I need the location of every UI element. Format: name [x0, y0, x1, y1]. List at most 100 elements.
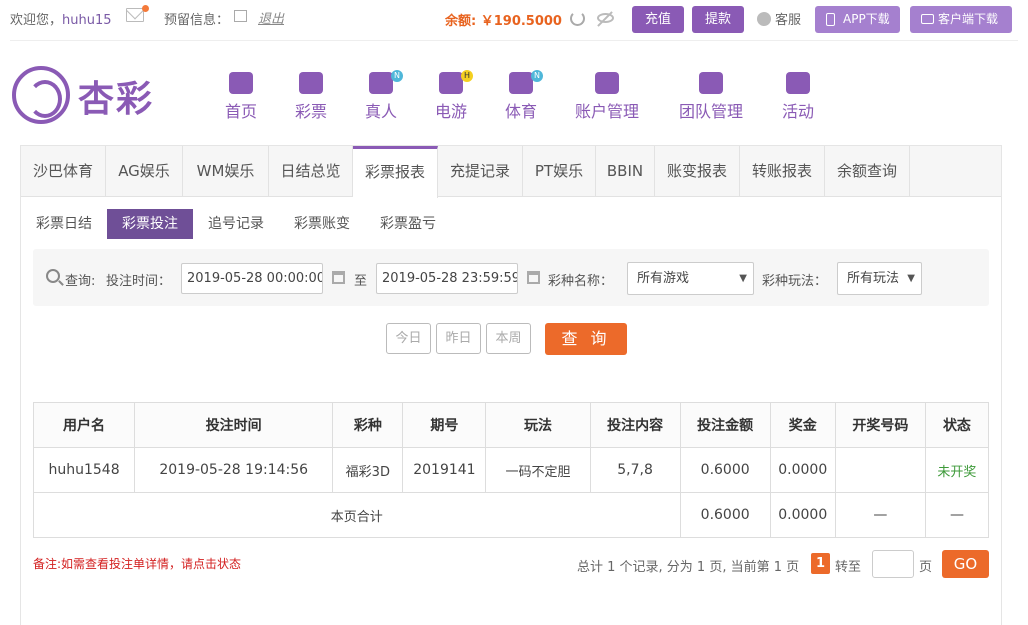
tab-ag[interactable]: AG娱乐: [106, 146, 183, 197]
home-icon: [229, 72, 253, 94]
tab-bbin[interactable]: BBIN: [596, 146, 655, 197]
app-download-button[interactable]: APP下载: [815, 6, 900, 33]
logo-emblem-icon: [12, 66, 70, 124]
col-bet-time: 投注时间: [134, 402, 334, 448]
query-button[interactable]: 查 询: [545, 323, 627, 355]
tab-saba-sports[interactable]: 沙巴体育: [21, 146, 106, 197]
nav-sports[interactable]: N 体育: [502, 70, 543, 122]
team-icon: [699, 72, 723, 94]
subtotal-row: 本页合计 0.6000 0.0000 — —: [33, 492, 990, 538]
refresh-icon[interactable]: [570, 11, 585, 26]
yesterday-button[interactable]: 昨日: [436, 323, 481, 354]
col-username: 用户名: [32, 402, 136, 448]
lottery-ticket-icon: [299, 72, 323, 94]
tab-pt[interactable]: PT娱乐: [523, 146, 596, 197]
page-number-input[interactable]: [872, 550, 914, 578]
mail-icon[interactable]: [126, 8, 144, 22]
logout-link[interactable]: 退出: [258, 8, 284, 27]
tab-deposit-withdraw[interactable]: 充提记录: [438, 146, 523, 197]
subtab-lottery-daily[interactable]: 彩票日结: [28, 209, 100, 239]
cell-amount: 0.6000: [679, 447, 771, 493]
nav-live[interactable]: N 真人: [362, 70, 403, 122]
today-button[interactable]: 今日: [386, 323, 431, 354]
table-header-row: 用户名 投注时间 彩种 期号 玩法 投注内容 投注金额 奖金 开奖号码 状态: [32, 402, 990, 448]
client-download-button[interactable]: 客户端下载: [910, 6, 1012, 33]
calendar-icon[interactable]: [332, 271, 345, 284]
cell-content: 5,7,8: [589, 447, 681, 493]
report-panel: 沙巴体育 AG娱乐 WM娱乐 日结总览 彩票报表 充提记录 PT娱乐 BBIN …: [20, 145, 1002, 625]
divider: [10, 40, 1018, 41]
subtab-lottery-profit[interactable]: 彩票盈亏: [372, 209, 444, 239]
logo[interactable]: 杏彩: [12, 66, 162, 126]
tab-transfer-report[interactable]: 转账报表: [740, 146, 825, 197]
bets-table: 用户名 投注时间 彩种 期号 玩法 投注内容 投注金额 奖金 开奖号码 状态 h…: [32, 402, 990, 538]
bet-time-label: 投注时间：: [106, 274, 172, 289]
subtotal-bonus: 0.0000: [769, 492, 836, 538]
tab-lottery-report[interactable]: 彩票报表: [353, 146, 438, 198]
subtab-chase-records[interactable]: 追号记录: [200, 209, 272, 239]
col-issue: 期号: [402, 402, 487, 448]
tab-wm[interactable]: WM娱乐: [183, 146, 269, 197]
col-content: 投注内容: [589, 402, 681, 448]
chevron-down-icon: ▼: [739, 273, 747, 284]
subtotal-status: —: [924, 492, 990, 538]
nav-egame[interactable]: H 电游: [432, 70, 473, 122]
start-time-input[interactable]: 2019-05-28 00:00:00: [181, 263, 323, 294]
col-status: 状态: [924, 402, 990, 448]
subtab-lottery-changes[interactable]: 彩票账变: [286, 209, 358, 239]
gamepad-icon: H: [439, 70, 473, 94]
col-play: 玩法: [485, 402, 591, 448]
top-bar: 欢迎您，huhu15 预留信息： 退出 余额: ￥190.5000 充值 提款 …: [0, 0, 1028, 38]
to-label: 至: [354, 274, 368, 289]
nav-home[interactable]: 首页: [222, 72, 260, 122]
col-amount: 投注金额: [679, 402, 771, 448]
monitor-icon: [921, 14, 934, 24]
nav-account[interactable]: 账户管理: [572, 72, 642, 122]
pagination-summary: 总计 1 个记录, 分为 1 页, 当前第 1 页: [577, 560, 800, 575]
nav-lottery[interactable]: 彩票: [292, 72, 330, 122]
cell-bet-time: 2019-05-28 19:14:56: [134, 447, 334, 493]
subtotal-label: 本页合计: [33, 492, 681, 538]
recharge-button[interactable]: 充值: [632, 6, 684, 33]
col-bonus: 奖金: [769, 402, 836, 448]
subtab-lottery-bets[interactable]: 彩票投注: [107, 209, 193, 239]
service-icon: [757, 12, 771, 26]
nav-team[interactable]: 团队管理: [676, 72, 746, 122]
end-time-input[interactable]: 2019-05-28 23:59:59: [376, 263, 518, 294]
game-select[interactable]: 所有游戏 ▼: [627, 262, 754, 295]
play-select[interactable]: 所有玩法 ▼: [837, 262, 922, 295]
cell-bonus: 0.0000: [769, 447, 836, 493]
current-page-number[interactable]: 1: [811, 553, 830, 574]
game-name-label: 彩种名称：: [548, 274, 614, 289]
remark-note: 备注:如需查看投注单详情，请点击状态: [33, 557, 242, 571]
query-label: 查询:: [65, 274, 96, 289]
customer-service-link[interactable]: 客服: [757, 9, 801, 28]
cell-username: huhu1548: [32, 447, 136, 493]
tab-daily-overview[interactable]: 日结总览: [269, 146, 353, 197]
calendar-icon[interactable]: [527, 271, 540, 284]
tab-account-change[interactable]: 账变报表: [655, 146, 740, 197]
welcome-text: 欢迎您，huhu15: [10, 13, 112, 28]
col-game: 彩种: [332, 402, 404, 448]
withdraw-button[interactable]: 提款: [692, 6, 744, 33]
chevron-down-icon: ▼: [907, 273, 915, 284]
trophy-icon: N: [509, 70, 543, 94]
hide-balance-icon[interactable]: [597, 13, 614, 23]
phone-icon: [826, 13, 835, 26]
page-unit-label: 页: [919, 560, 933, 575]
go-button[interactable]: GO: [942, 550, 989, 578]
col-draw-number: 开奖号码: [834, 402, 926, 448]
gift-icon: [786, 72, 810, 94]
reserve-info-label: 预留信息：: [164, 13, 230, 28]
tab-balance-query[interactable]: 余额查询: [825, 146, 910, 197]
play-type-label: 彩种玩法：: [762, 274, 828, 289]
this-week-button[interactable]: 本周: [486, 323, 531, 354]
edit-icon[interactable]: [234, 10, 247, 22]
search-form: 查询: 投注时间： 2019-05-28 00:00:00 至 2019-05-…: [33, 249, 989, 306]
account-icon: [595, 72, 619, 94]
username[interactable]: huhu15: [62, 13, 112, 28]
subtotal-draw-number: —: [834, 492, 926, 538]
cell-issue: 2019141: [402, 447, 487, 493]
status-link[interactable]: 未开奖: [924, 447, 990, 493]
nav-activity[interactable]: 活动: [779, 72, 817, 122]
